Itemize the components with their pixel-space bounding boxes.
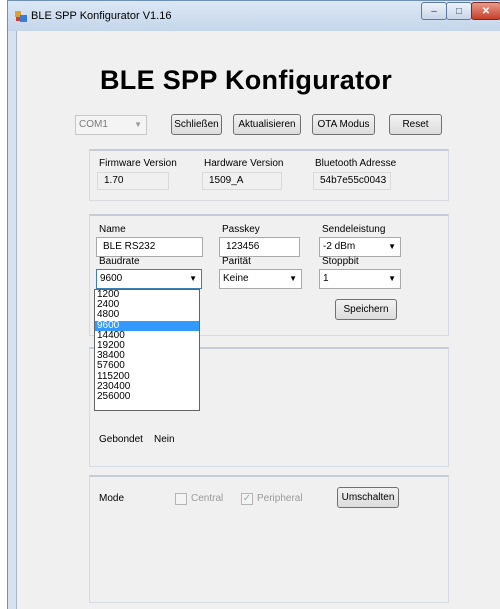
refresh-button[interactable]: Aktualisieren <box>233 114 301 135</box>
close-port-button[interactable]: Schließen <box>171 114 222 135</box>
chevron-down-icon: ▼ <box>134 120 142 129</box>
hardware-value: 1509_A <box>202 172 282 190</box>
title-bar[interactable]: BLE SPP Konfigurator V1.16 – □ ✕ <box>8 1 500 31</box>
baud-option[interactable]: 57600 <box>95 361 199 371</box>
save-button[interactable]: Speichern <box>335 299 397 320</box>
client-area: BLE SPP Konfigurator COM1 ▼ Schließen Ak… <box>16 31 500 609</box>
passkey-input[interactable]: 123456 <box>219 237 300 257</box>
minimize-icon: – <box>431 5 437 17</box>
app-window: BLE SPP Konfigurator V1.16 – □ ✕ BLE SPP… <box>7 0 500 609</box>
maximize-button[interactable]: □ <box>446 2 472 20</box>
central-checkbox[interactable] <box>175 493 187 505</box>
power-select-value: -2 dBm <box>323 241 356 252</box>
chevron-down-icon: ▼ <box>388 242 396 251</box>
bonded-value: Nein <box>154 434 175 445</box>
chevron-down-icon: ▼ <box>189 274 197 283</box>
baud-select-value: 9600 <box>100 273 123 284</box>
power-select[interactable]: -2 dBm ▼ <box>319 237 401 257</box>
stopbit-select-value: 1 <box>323 273 329 284</box>
close-icon: ✕ <box>481 5 491 17</box>
baud-option[interactable]: 256000 <box>95 391 199 402</box>
stopbit-label: Stoppbit <box>322 256 359 267</box>
firmware-label: Firmware Version <box>99 158 177 169</box>
checkmark-icon: ✓ <box>242 493 252 504</box>
baud-label: Baudrate <box>99 256 140 267</box>
reset-button[interactable]: Reset <box>389 114 442 135</box>
parity-label: Parität <box>222 256 251 267</box>
central-label: Central <box>191 493 224 504</box>
chevron-down-icon: ▼ <box>388 274 396 283</box>
name-input[interactable]: BLE RS232 <box>96 237 203 257</box>
bt-address-value: 54b7e55c0043 <box>313 172 391 190</box>
stopbit-select[interactable]: 1 ▼ <box>319 269 401 289</box>
power-label: Sendeleistung <box>322 224 386 235</box>
port-select-value: COM1 <box>79 119 108 130</box>
ota-mode-button[interactable]: OTA Modus <box>312 114 375 135</box>
bt-address-label: Bluetooth Adresse <box>315 158 397 169</box>
parity-select[interactable]: Keine ▼ <box>219 269 302 289</box>
minimize-button[interactable]: – <box>421 2 447 20</box>
firmware-value: 1.70 <box>97 172 169 190</box>
parity-select-value: Keine <box>223 273 249 284</box>
peripheral-checkbox[interactable]: ✓ <box>241 493 253 505</box>
app-icon <box>15 11 27 22</box>
window-title: BLE SPP Konfigurator V1.16 <box>31 10 172 22</box>
hardware-label: Hardware Version <box>204 158 284 169</box>
maximize-icon: □ <box>455 5 463 17</box>
page-title: BLE SPP Konfigurator <box>100 65 393 95</box>
close-button[interactable]: ✕ <box>471 2 500 20</box>
name-label: Name <box>99 224 126 235</box>
mode-label: Mode <box>99 493 125 504</box>
baud-dropdown-list[interactable]: 1200 2400 4800 9600 14400 19200 38400 57600 1152… <box>94 289 200 411</box>
chevron-down-icon: ▼ <box>289 274 297 283</box>
peripheral-label: Peripheral <box>257 493 303 504</box>
baud-select[interactable]: 9600 ▼ <box>96 269 202 289</box>
window-frame-left <box>8 31 16 609</box>
switch-mode-button[interactable]: Umschalten <box>337 487 399 508</box>
bonded-label: Gebondet <box>99 434 143 445</box>
port-select[interactable]: COM1 ▼ <box>75 115 147 135</box>
passkey-label: Passkey <box>222 224 260 235</box>
